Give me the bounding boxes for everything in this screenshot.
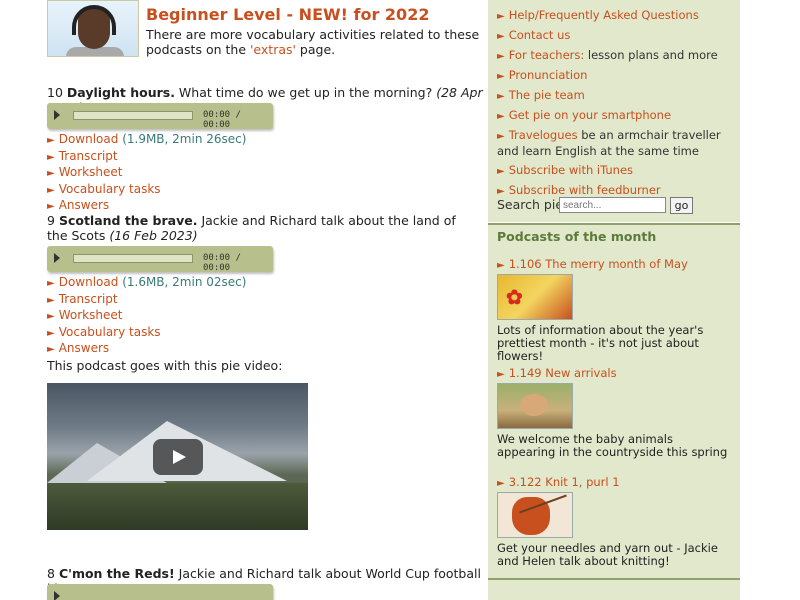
arrow-right-icon: ►: [497, 369, 505, 380]
knitting-thumbnail[interactable]: [497, 492, 573, 538]
sidebar-item[interactable]: ► Travelogues be an armchair traveller an…: [497, 126, 737, 161]
video-play-icon[interactable]: [153, 439, 203, 475]
potm-item-desc: We welcome the baby animals appearing in…: [497, 432, 728, 459]
arrow-right-icon: ►: [47, 344, 55, 355]
video-intro: This podcast goes with this pie video:: [47, 358, 283, 373]
audio-player[interactable]: [47, 584, 273, 600]
list-item[interactable]: ► Download (1.9MB, 2min 26sec): [47, 132, 246, 149]
play-icon[interactable]: [54, 253, 60, 263]
may-thumbnail[interactable]: ✿: [497, 274, 573, 320]
list-item[interactable]: ► Worksheet: [47, 165, 246, 182]
potm-item-title[interactable]: ► 1.106 The merry month of May: [497, 257, 688, 271]
search-label: Search pie:: [497, 197, 568, 212]
download-link[interactable]: Download: [59, 132, 119, 146]
arrow-right-icon: ►: [497, 11, 505, 22]
list-item[interactable]: ► Answers: [47, 341, 246, 358]
play-icon[interactable]: [54, 591, 60, 600]
sidebar-item[interactable]: ► Help/Frequently Asked Questions: [497, 6, 737, 26]
go-button[interactable]: go: [670, 197, 693, 214]
arrow-right-icon: ►: [497, 260, 505, 271]
transcript-link[interactable]: Transcript: [59, 292, 118, 306]
audio-player[interactable]: 00:00 / 00:00: [47, 103, 273, 130]
search-input[interactable]: [559, 197, 666, 213]
arrow-right-icon: ►: [497, 131, 505, 142]
arrow-right-icon: ►: [47, 278, 55, 289]
worksheet-link[interactable]: Worksheet: [59, 165, 123, 179]
arrow-right-icon: ►: [47, 151, 55, 163]
arrow-right-icon: ►: [497, 91, 505, 102]
vocabulary-tasks-link[interactable]: Vocabulary tasks: [59, 182, 161, 196]
answers-link[interactable]: Answers: [59, 341, 109, 355]
sidebar-links-box: ► Help/Frequently Asked Questions ► Contac…: [488, 0, 740, 222]
level-intro: There are more vocabulary activities rel…: [146, 27, 480, 57]
list-item[interactable]: ► Worksheet: [47, 308, 246, 325]
potm-item-title[interactable]: ► 3.122 Knit 1, purl 1: [497, 475, 620, 489]
potm-heading: Podcasts of the month: [497, 229, 657, 244]
arrow-right-icon: ►: [47, 327, 55, 339]
list-item[interactable]: ► Transcript: [47, 292, 246, 309]
headphones-icon: [72, 5, 116, 35]
arrow-right-icon: ►: [497, 186, 505, 197]
episode-links: ► Download (1.9MB, 2min 26sec) ► Transcrip…: [47, 132, 246, 215]
arrow-right-icon: ►: [497, 51, 505, 62]
baby-animals-thumbnail[interactable]: [497, 383, 573, 429]
arrow-right-icon: ►: [497, 478, 505, 489]
audio-player[interactable]: 00:00 / 00:00: [47, 246, 273, 273]
sidebar-item[interactable]: ► Get pie on your smartphone: [497, 106, 737, 126]
episode-links: ► Download (1.6MB, 2min 02sec) ► Transcrip…: [47, 275, 246, 358]
list-item[interactable]: ► Vocabulary tasks: [47, 182, 246, 199]
sidebar-item[interactable]: ► The pie team: [497, 86, 737, 106]
arrow-right-icon: ►: [497, 111, 505, 122]
video-embed[interactable]: [47, 383, 308, 530]
extras-link[interactable]: 'extras': [250, 42, 296, 57]
arrow-right-icon: ►: [497, 71, 505, 82]
progress-bar[interactable]: [73, 111, 193, 120]
episode-title: 9 Scotland the brave. Jackie and Richard…: [47, 213, 456, 243]
list-item[interactable]: ► Transcript: [47, 149, 246, 166]
list-item[interactable]: ► Vocabulary tasks: [47, 325, 246, 342]
page: Beginner Level - NEW! for 2022 There are…: [0, 0, 800, 600]
arrow-right-icon: ►: [47, 201, 55, 212]
answers-link[interactable]: Answers: [59, 198, 109, 212]
arrow-right-icon: ►: [47, 294, 55, 306]
progress-bar[interactable]: [73, 254, 193, 263]
download-link[interactable]: Download: [59, 275, 119, 289]
level-title: Beginner Level - NEW! for 2022: [146, 5, 430, 24]
may-thumbnail-art: ✿: [506, 285, 523, 309]
vocabulary-tasks-link[interactable]: Vocabulary tasks: [59, 325, 161, 339]
transcript-link[interactable]: Transcript: [59, 149, 118, 163]
potm-item-desc: Get your needles and yarn out - Jackie a…: [497, 541, 718, 568]
arrow-right-icon: ►: [497, 31, 505, 42]
arrow-right-icon: ►: [47, 168, 55, 179]
potm-item-desc: Lots of information about the year's pre…: [497, 323, 704, 363]
sidebar-item[interactable]: ► Subscribe with iTunes: [497, 161, 737, 181]
potm-item-title[interactable]: ► 1.149 New arrivals: [497, 366, 617, 380]
play-icon[interactable]: [54, 110, 60, 120]
list-item[interactable]: ► Download (1.6MB, 2min 02sec): [47, 275, 246, 292]
worksheet-link[interactable]: Worksheet: [59, 308, 123, 322]
sidebar-next-box: [488, 578, 740, 600]
sidebar-item[interactable]: ► For teachers: lesson plans and more: [497, 46, 737, 66]
presenter-avatar: [47, 0, 139, 57]
arrow-right-icon: ►: [47, 135, 55, 146]
arrow-right-icon: ►: [497, 166, 505, 177]
arrow-right-icon: ►: [47, 184, 55, 196]
level-header: Beginner Level - NEW! for 2022 There are…: [47, 0, 485, 58]
sidebar: ► Help/Frequently Asked Questions ► Contac…: [488, 0, 740, 600]
sidebar-item[interactable]: ► Contact us: [497, 26, 737, 46]
sidebar-links: ► Help/Frequently Asked Questions ► Contac…: [497, 6, 737, 201]
sidebar-item[interactable]: ► Pronunciation: [497, 66, 737, 86]
arrow-right-icon: ►: [47, 311, 55, 322]
player-time: 00:00 / 00:00: [203, 110, 241, 130]
player-time: 00:00 / 00:00: [203, 253, 241, 273]
